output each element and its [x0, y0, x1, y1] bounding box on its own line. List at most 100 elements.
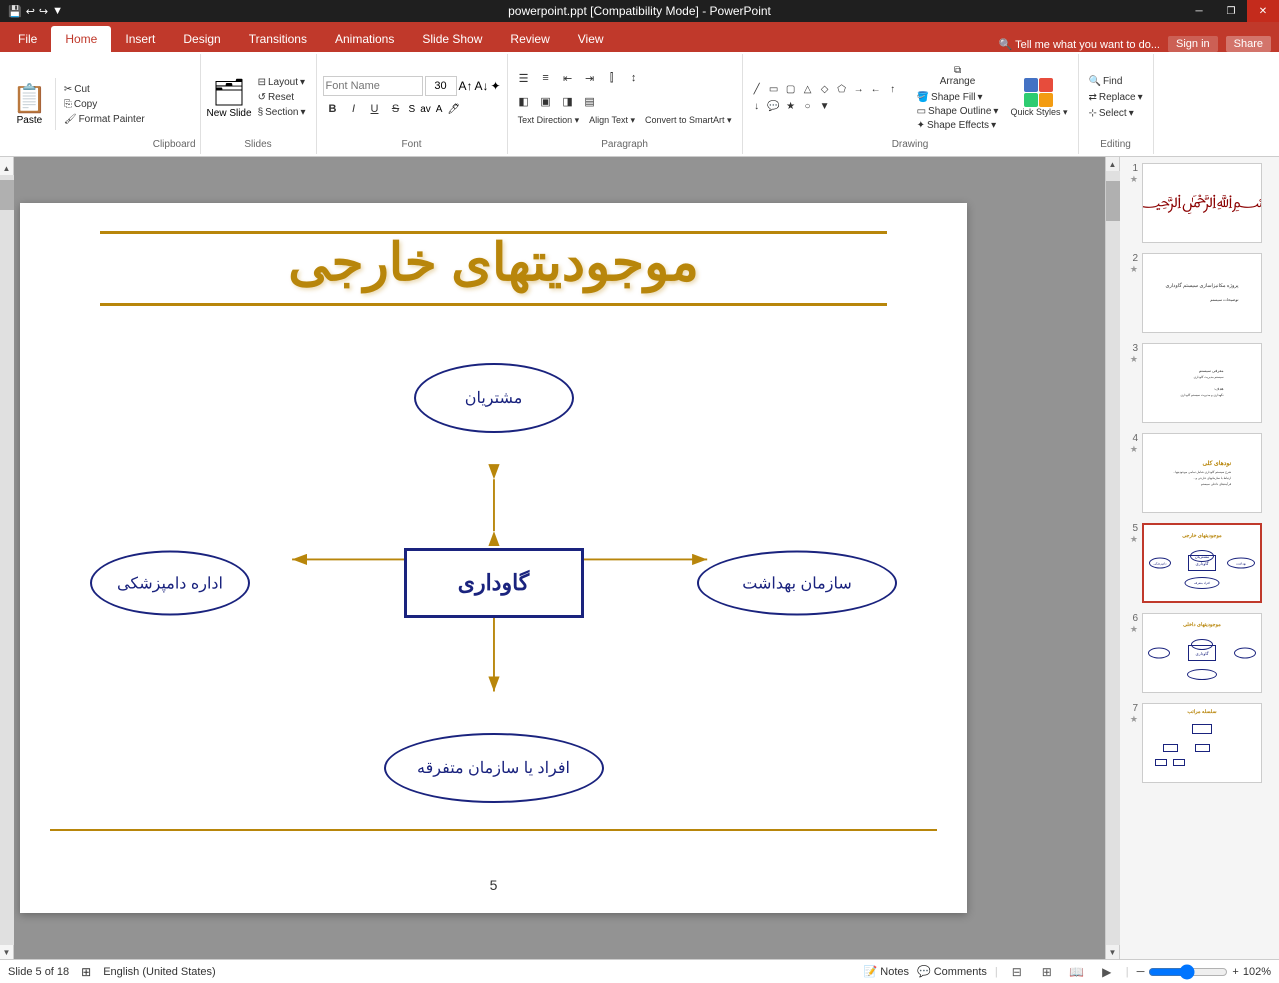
align-text-button[interactable]: Align Text ▾ [585, 114, 639, 127]
star-shape[interactable]: ★ [783, 98, 799, 114]
bold-button[interactable]: B [323, 99, 343, 119]
redo-icon[interactable]: ↪ [39, 5, 48, 18]
customize-icon[interactable]: ▼ [52, 5, 63, 17]
vet-ellipse[interactable]: اداره دامپزشکی [90, 551, 250, 616]
zoom-level[interactable]: 102% [1243, 966, 1271, 978]
new-slide-button[interactable]: 🗂 [213, 77, 246, 108]
reading-view-button[interactable]: 📖 [1066, 963, 1088, 981]
right-scroll-thumb[interactable] [1106, 181, 1120, 221]
font-size-input[interactable] [425, 76, 457, 96]
increase-indent-button[interactable]: ⇥ [580, 68, 600, 88]
italic-button[interactable]: I [344, 99, 364, 119]
thumbnail-1[interactable]: 1 ★ ﷽ [1124, 161, 1275, 245]
shape-effects-button[interactable]: ✦ Shape Effects ▾ [913, 119, 1003, 132]
round-rect-shape[interactable]: ▢ [783, 81, 799, 97]
close-button[interactable]: ✕ [1247, 0, 1279, 22]
arrow-right-shape[interactable]: → [851, 81, 867, 97]
share-button[interactable]: Share [1226, 36, 1271, 52]
font-name-input[interactable] [323, 76, 423, 96]
thumbnail-7[interactable]: 7 ★ سلسله مراتب [1124, 701, 1275, 785]
tab-view[interactable]: View [564, 26, 618, 52]
align-left-button[interactable]: ◧ [514, 91, 534, 111]
thumbnail-4[interactable]: 4 ★ نودهای کلی شرح سیستم گاوداری شامل تم… [1124, 431, 1275, 515]
window-controls[interactable]: ─ ❐ ✕ [1183, 0, 1279, 22]
shape-fill-button[interactable]: 🪣 Shape Fill ▾ [913, 91, 1003, 104]
thumbnail-5[interactable]: 5 ★ موجودیتهای خارجی گاوداری مشتریان دام… [1124, 521, 1275, 605]
highlight-button[interactable]: 🖊 [445, 104, 462, 115]
zoom-out-button[interactable]: ─ [1137, 966, 1145, 978]
center-box[interactable]: گاوداری [404, 548, 584, 618]
underline-button[interactable]: U [365, 99, 385, 119]
callout-shape[interactable]: 💬 [766, 98, 782, 114]
tab-review[interactable]: Review [496, 26, 563, 52]
copy-button[interactable]: ⎘ Copy [60, 98, 149, 111]
tell-me-input[interactable]: 🔍 Tell me what you want to do... [999, 38, 1160, 51]
shape-outline-button[interactable]: ▭ Shape Outline ▾ [913, 105, 1003, 118]
decrease-font-button[interactable]: A↓ [475, 79, 489, 93]
tab-home[interactable]: Home [51, 26, 111, 52]
thumbnail-3[interactable]: 3 ★ معرفی سیستم سیستم مدیریت گاوداری هدف… [1124, 341, 1275, 425]
increase-font-button[interactable]: A↑ [459, 79, 473, 93]
line-spacing-button[interactable]: ↕ [624, 68, 644, 88]
health-ellipse[interactable]: سازمان بهداشت [697, 551, 897, 616]
format-painter-button[interactable]: 🖌 Format Painter [60, 113, 149, 126]
arrow-down-shape[interactable]: ↓ [749, 98, 765, 114]
paste-button[interactable]: 📋 Paste [4, 78, 56, 130]
slide-canvas[interactable]: موجودیتهای خارجی [20, 203, 967, 913]
arrow-left-shape[interactable]: ← [868, 81, 884, 97]
arrow-up-shape[interactable]: ↑ [885, 81, 901, 97]
line-shape[interactable]: ╱ [749, 81, 765, 97]
decrease-indent-button[interactable]: ⇤ [558, 68, 578, 88]
slideshow-button[interactable]: ▶ [1096, 963, 1118, 981]
strikethrough-button[interactable]: S [386, 99, 406, 119]
convert-smartart-button[interactable]: Convert to SmartArt ▾ [641, 114, 736, 127]
undo-icon[interactable]: ↩ [26, 5, 35, 18]
tab-animations[interactable]: Animations [321, 26, 408, 52]
font-color-button[interactable]: A [434, 104, 445, 115]
cut-button[interactable]: ✂ Cut [60, 83, 149, 96]
triangle-shape[interactable]: △ [800, 81, 816, 97]
slide-sorter-button[interactable]: ⊞ [1036, 963, 1058, 981]
clear-format-button[interactable]: ✦ [491, 79, 501, 93]
quick-access-toolbar[interactable]: 💾 ↩ ↪ ▼ [8, 0, 63, 22]
restore-button[interactable]: ❐ [1215, 0, 1247, 22]
tab-design[interactable]: Design [169, 26, 234, 52]
tab-file[interactable]: File [4, 26, 51, 52]
zoom-slider[interactable] [1148, 964, 1228, 980]
right-scroll-up[interactable]: ▲ [1106, 157, 1120, 171]
slide-title[interactable]: موجودیتهای خارجی [100, 233, 887, 293]
tab-insert[interactable]: Insert [111, 26, 169, 52]
tab-slideshow[interactable]: Slide Show [408, 26, 496, 52]
numbering-button[interactable]: ≡ [536, 68, 556, 88]
scroll-down-arrow[interactable]: ▼ [0, 945, 14, 959]
pentagon-shape[interactable]: ⬠ [834, 81, 850, 97]
align-center-button[interactable]: ▣ [536, 91, 556, 111]
text-direction-button[interactable]: Text Direction ▾ [514, 114, 584, 127]
ellipse-shape[interactable]: ○ [800, 98, 816, 114]
tab-transitions[interactable]: Transitions [235, 26, 321, 52]
scroll-up-arrow[interactable]: ▲ [0, 161, 14, 175]
justify-button[interactable]: ▤ [580, 91, 600, 111]
scroll-thumb[interactable] [0, 180, 14, 210]
arrange-button[interactable]: ⧉ Arrange [913, 63, 1003, 89]
thumbnail-2[interactable]: 2 ★ پروژه مکانیزاسازی سیستم گاوداری توضی… [1124, 251, 1275, 335]
misc-ellipse[interactable]: افراد یا سازمان متفرقه [384, 733, 604, 803]
diamond-shape[interactable]: ◇ [817, 81, 833, 97]
find-button[interactable]: 🔍 Find [1085, 75, 1127, 88]
shadow-button[interactable]: S [407, 104, 418, 115]
bullets-button[interactable]: ☰ [514, 68, 534, 88]
replace-button[interactable]: ⇄ Replace ▾ [1085, 91, 1147, 104]
char-spacing-button[interactable]: av [418, 104, 433, 115]
quick-styles-button[interactable]: Quick Styles ▾ [1006, 76, 1071, 120]
section-button[interactable]: § Section ▾ [254, 106, 310, 119]
thumbnail-6[interactable]: 6 ★ موجودیتهای داخلی گاوداری [1124, 611, 1275, 695]
save-icon[interactable]: 💾 [8, 5, 22, 18]
reset-button[interactable]: ↺ Reset [254, 91, 310, 104]
rect-shape[interactable]: ▭ [766, 81, 782, 97]
select-button[interactable]: ⊹ Select ▾ [1085, 107, 1138, 120]
more-shapes[interactable]: ▼ [817, 98, 833, 114]
layout-button[interactable]: ⊟ Layout ▾ [254, 76, 310, 89]
align-right-button[interactable]: ◨ [558, 91, 578, 111]
notes-button[interactable]: 📝 Notes [864, 965, 909, 978]
customers-ellipse[interactable]: مشتریان [414, 363, 574, 433]
